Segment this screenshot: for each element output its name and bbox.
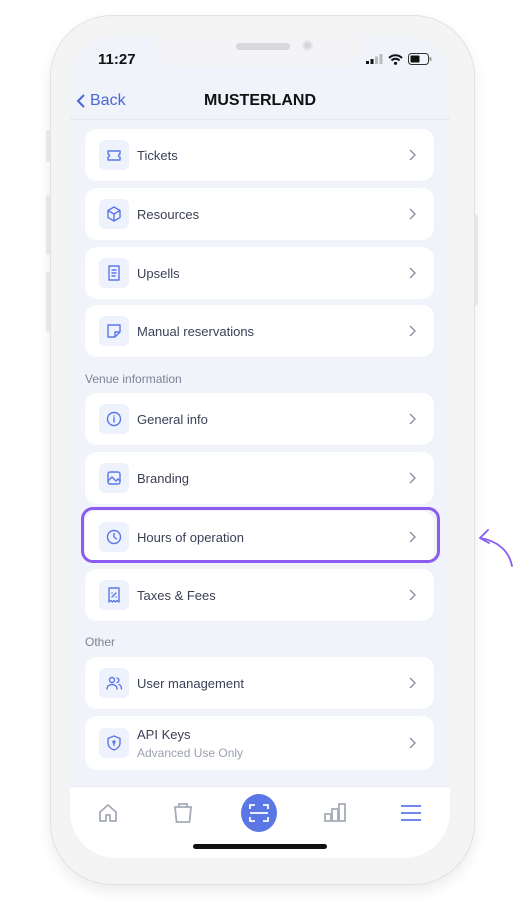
chevron-right-icon xyxy=(409,149,416,161)
section-header: Venue information xyxy=(85,372,182,386)
shopping-bag-icon xyxy=(174,803,192,823)
tab-orders[interactable] xyxy=(165,795,201,831)
phone-volume-down xyxy=(46,272,50,332)
arrow-annotation-icon xyxy=(479,529,513,567)
chevron-right-icon xyxy=(409,413,416,425)
tab-scan[interactable] xyxy=(241,794,277,832)
users-icon xyxy=(99,668,129,698)
page-title: MUSTERLAND xyxy=(204,92,316,109)
menu-item-label: API Keys xyxy=(137,726,191,742)
shield-icon xyxy=(99,728,129,758)
menu-item-label: General info xyxy=(137,411,208,427)
chevron-right-icon xyxy=(409,325,416,337)
chevron-right-icon xyxy=(409,677,416,689)
menu-item-label: User management xyxy=(137,675,244,691)
highlight-outline xyxy=(81,507,440,563)
screen: 11:27 Back MUSTERLAND Tickets Resources … xyxy=(70,35,450,858)
menu-item-label: Upsells xyxy=(137,265,180,281)
info-icon xyxy=(99,404,129,434)
menu-icon xyxy=(401,805,421,821)
scan-icon xyxy=(249,804,269,822)
home-icon xyxy=(99,804,117,822)
battery-icon xyxy=(408,53,432,65)
phone-power-button xyxy=(474,215,478,305)
menu-item-general-info[interactable]: General info xyxy=(85,393,434,445)
tab-menu[interactable] xyxy=(393,795,429,831)
note-icon xyxy=(99,316,129,346)
tax-receipt-icon xyxy=(99,580,129,610)
menu-item-label: Resources xyxy=(137,206,200,222)
chevron-right-icon xyxy=(409,208,416,220)
tab-stats[interactable] xyxy=(317,795,353,831)
menu-item-sublabel: Advanced Use Only xyxy=(137,745,244,760)
cube-icon xyxy=(99,199,129,229)
ticket-icon xyxy=(99,140,129,170)
menu-item-user-management[interactable]: User management xyxy=(85,657,434,709)
menu-item-label: Tickets xyxy=(137,147,178,163)
nav-header: Back MUSTERLAND xyxy=(70,80,450,120)
menu-item-api-keys[interactable]: API Keys Advanced Use Only xyxy=(85,716,434,770)
tab-home[interactable] xyxy=(90,795,126,831)
receipt-icon xyxy=(99,258,129,288)
notch xyxy=(156,35,364,67)
chevron-right-icon xyxy=(409,737,416,749)
menu-item-branding[interactable]: Branding xyxy=(85,452,434,504)
signal-icon xyxy=(366,54,383,64)
chevron-right-icon xyxy=(409,472,416,484)
menu-item-manual-reservations[interactable]: Manual reservations xyxy=(85,305,434,357)
image-icon xyxy=(99,463,129,493)
menu-item-tickets[interactable]: Tickets xyxy=(85,129,434,181)
status-time: 11:27 xyxy=(98,51,136,68)
home-indicator xyxy=(193,844,327,849)
menu-item-resources[interactable]: Resources xyxy=(85,188,434,240)
chart-icon xyxy=(324,803,346,822)
wifi-icon xyxy=(388,53,403,65)
chevron-right-icon xyxy=(409,267,416,279)
phone-mute-button xyxy=(46,130,50,162)
menu-item-label: Branding xyxy=(137,470,190,486)
chevron-right-icon xyxy=(409,589,416,601)
menu-item-label: Manual reservations xyxy=(137,323,255,339)
section-header: Other xyxy=(85,635,116,649)
menu-item-upsells[interactable]: Upsells xyxy=(85,247,434,299)
menu-item-label: Taxes & Fees xyxy=(137,587,216,603)
phone-volume-up xyxy=(46,195,50,255)
menu-item-taxes-fees[interactable]: Taxes & Fees xyxy=(85,569,434,621)
status-icons xyxy=(366,53,432,65)
